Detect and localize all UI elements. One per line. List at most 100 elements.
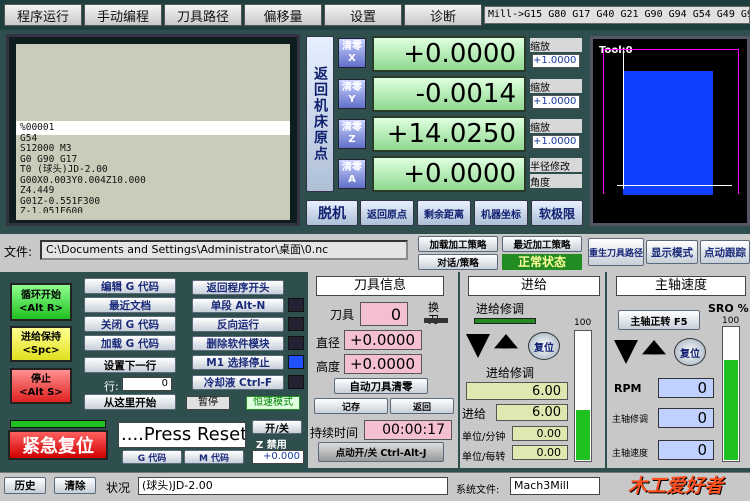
zero-a-button[interactable]: 清零 A (338, 159, 366, 189)
to-go-button[interactable]: 剩余距离 (417, 200, 471, 226)
machine-coords-button[interactable]: 机器坐标 (474, 200, 528, 226)
constant-velocity-indicator: 恒速模式 (246, 396, 300, 410)
tool-info-title: 刀具信息 (316, 276, 444, 296)
elapsed-label: 持续时间 (310, 426, 359, 440)
zero-y-button[interactable]: 清零 Y (338, 79, 366, 109)
sro-label: SRO % (708, 302, 749, 315)
tab-program-run[interactable]: 程序运行 (4, 4, 82, 26)
feed-reset-button[interactable]: 复位 (528, 332, 560, 360)
tab-toolpath[interactable]: 刀具路径 (164, 4, 242, 26)
spindle-reset-button[interactable]: 复位 (674, 338, 706, 366)
m1-optional-stop-button[interactable]: M1 选择停止 (192, 355, 284, 370)
file-path-field[interactable]: C:\Documents and Settings\Administrator\… (40, 240, 408, 260)
jog-toggle-button[interactable]: 点动开/关 Ctrl-Alt-J (318, 442, 444, 462)
estop-led-bar (10, 420, 106, 428)
load-gcode-button[interactable]: 加载 G 代码 (84, 335, 176, 351)
feed-override-slider[interactable] (574, 330, 592, 462)
gcode-line: Z-1.051F600 (20, 207, 83, 213)
cycle-start-button[interactable]: 循环开始 <Alt R> (10, 283, 72, 321)
flood-coolant-button[interactable]: 冷却液 Ctrl-F (192, 375, 284, 390)
soft-limits-button[interactable]: 软极限 (531, 200, 583, 226)
height-field[interactable]: +0.0000 (344, 354, 422, 374)
history-button[interactable]: 历史 (4, 477, 46, 494)
rpm-field: 0 (658, 378, 714, 398)
regen-toolpath-button[interactable]: 重生刀具路径 (588, 238, 644, 266)
display-mode-button[interactable]: 显示模式 (646, 240, 698, 264)
spindle-speed-field[interactable]: 0 (658, 440, 714, 460)
spindle-cw-button[interactable]: 主轴正转 F5 (618, 310, 700, 330)
z-inhibit-toggle[interactable]: 开/关 (252, 420, 302, 434)
block-delete-button[interactable]: 删除软件模块 (192, 336, 284, 351)
diameter-field[interactable]: +0.0000 (344, 330, 422, 350)
single-block-button[interactable]: 单段 Alt-N (192, 298, 284, 313)
z-inhibit-label: Z 禁用 (256, 440, 287, 451)
remember-button[interactable]: 记存 (314, 398, 388, 414)
gcode-window[interactable]: %00001 G54 S12000 M3 G0 G90 G17 T0 (球头)J… (6, 34, 300, 226)
rewind-button[interactable]: 返回程序开头 (192, 280, 284, 295)
units-per-rev-field: 0.00 (512, 445, 568, 460)
block-delete-led (288, 336, 304, 350)
feed-override-field[interactable]: 6.00 (466, 382, 568, 400)
spindle-override-label: 主轴修调 (612, 415, 649, 425)
feed-rate-field[interactable]: 6.00 (496, 404, 568, 421)
z-inhibit-value[interactable]: +0.000 (252, 450, 304, 464)
spindle-title: 主轴速度 (616, 276, 746, 296)
ref-all-home-button[interactable]: 返回机床原点 (306, 36, 334, 192)
edit-gcode-button[interactable]: 编辑 G 代码 (84, 278, 176, 294)
modal-gcodes-status: Mill->G15 G80 G17 G40 G21 G90 G94 G54 G4… (484, 6, 750, 24)
mcodes-button[interactable]: M 代码 (184, 450, 244, 464)
recent-wizard-button[interactable]: 最近加工策略 (502, 236, 582, 252)
spindle-override-slider[interactable] (722, 326, 740, 462)
clear-button[interactable]: 清除 (54, 477, 96, 494)
auto-tool-zero-button[interactable]: 自动刀具清零 (334, 378, 428, 394)
line-label: 行: (104, 380, 119, 393)
gcode-line: T0 (球头)JD-2.00 (20, 164, 108, 175)
z-scale-value[interactable]: +1.0000 (532, 135, 580, 149)
y-dro[interactable]: -0.0014 (372, 76, 526, 112)
run-from-here-button[interactable]: 从这里开始 (84, 394, 176, 410)
toolpath-label: Tool:0 (599, 45, 633, 56)
x-scale-value[interactable]: +1.0000 (532, 54, 580, 68)
feed-hold-button[interactable]: 进给保持 <Spc> (10, 326, 72, 362)
set-next-line-button[interactable]: 设置下一行 (84, 357, 176, 373)
close-gcode-button[interactable]: 关闭 G 代码 (84, 316, 176, 332)
zero-x-button[interactable]: 清零 X (338, 38, 366, 68)
gcodes-button[interactable]: G 代码 (122, 450, 182, 464)
pause-indicator: 暂停 (186, 396, 230, 410)
offline-button[interactable]: 脱机 (306, 200, 358, 226)
height-label: 高度 (316, 360, 341, 374)
tool-change-indicator (424, 318, 448, 323)
return-button[interactable]: 返回 (390, 398, 454, 414)
goto-zero-button[interactable]: 返回原点 (360, 200, 414, 226)
toolpath-display[interactable]: Tool:0 (590, 36, 750, 226)
load-wizard-button[interactable]: 加载加工策略 (418, 236, 498, 252)
zero-z-button[interactable]: 清零 Z (338, 119, 366, 149)
z-dro[interactable]: +14.0250 (372, 116, 526, 152)
tab-settings[interactable]: 设置 (324, 4, 402, 26)
mdi-input[interactable]: ....Press Reset .... (118, 422, 246, 448)
estop-reset-button[interactable]: 紧急复位 (8, 430, 108, 460)
line-number-field[interactable]: 0 (122, 377, 172, 391)
tab-diagnostics[interactable]: 诊断 (404, 4, 482, 26)
conversational-button[interactable]: 对话/策略 (418, 254, 498, 270)
x-dro[interactable]: +0.0000 (372, 36, 526, 72)
ref-all-home-label: 返回机床原点 (312, 66, 328, 162)
feed-label: 进给 (462, 407, 487, 421)
m1-stop-led (288, 355, 304, 369)
tab-offsets[interactable]: 偏移量 (244, 4, 322, 26)
tab-mdi[interactable]: 手动编程 (84, 4, 162, 26)
a-dro[interactable]: +0.0000 (372, 156, 526, 192)
recent-file-button[interactable]: 最近文档 (84, 297, 176, 313)
coolant-led (288, 375, 304, 389)
reverse-run-button[interactable]: 反向运行 (192, 317, 284, 332)
elapsed-time-field: 00:00:17 (364, 420, 452, 440)
reverse-run-led (288, 317, 304, 331)
stop-button[interactable]: 停止 <Alt S> (10, 368, 72, 404)
y-scale-value[interactable]: +1.0000 (532, 95, 580, 109)
tool-number-field[interactable]: 0 (360, 302, 408, 326)
spindle-speed-label: 主轴速度 (612, 449, 649, 459)
gcode-line: %00001 (20, 122, 55, 133)
spindle-override-field[interactable]: 0 (658, 408, 714, 428)
jog-follow-button[interactable]: 点动跟踪 (700, 240, 750, 264)
units-per-min-field: 0.00 (512, 426, 568, 441)
